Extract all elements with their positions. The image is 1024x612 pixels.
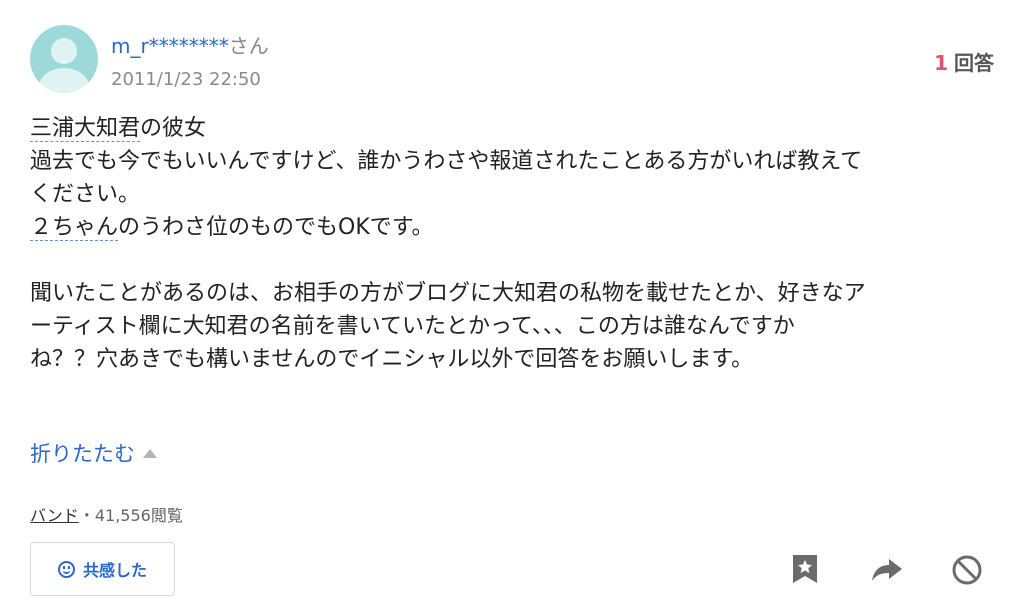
keyword-link[interactable]: ２ちゃん [30, 215, 119, 241]
empathy-label: 共感した [82, 561, 147, 580]
collapse-label[interactable]: 折りたたむ [30, 442, 135, 466]
answer-count[interactable]: 1 回答 [934, 47, 994, 76]
question-line: ね？？穴あきでも構いませんのでイニシャル以外で回答をお願いします。 [30, 347, 754, 372]
block-icon[interactable] [951, 554, 983, 586]
question-body: 三浦大知君の彼女 過去でも今でもいいんですけど、誰かうわさや報道されたことある方… [30, 112, 995, 376]
question-line: ーティスト欄に大知君の名前を書いていたとかって、、、この方は誰なんですか [30, 314, 795, 339]
avatar-body [39, 68, 89, 93]
avatar-head [51, 38, 77, 64]
meta-separator: ・ [78, 506, 95, 525]
collapse-toggle[interactable]: 折りたたむ [30, 438, 157, 468]
username[interactable]: m_r********さん [111, 30, 269, 59]
answer-count-label: 回答 [954, 51, 994, 75]
answer-count-number: 1 [934, 51, 948, 75]
question-line: ください。 [30, 182, 141, 207]
empathy-button[interactable]: 共感した [30, 542, 175, 596]
username-text[interactable]: m_r******** [111, 34, 229, 58]
avatar [30, 25, 98, 93]
username-suffix: さん [228, 34, 269, 58]
question-line: 聞いたことがあるのは、お相手の方がブログに大知君の私物を載せたとか、好きなア [30, 281, 866, 306]
question-line: 三浦大知君の彼女 [30, 116, 207, 142]
post-date: 2011/1/23 22:50 [111, 69, 261, 90]
category-link[interactable]: バンド [30, 506, 79, 525]
bookmark-star-icon[interactable] [790, 553, 820, 585]
triangle-up-icon [143, 449, 157, 458]
question-line: ２ちゃんのうわさ位のものでもOKです。 [30, 215, 434, 241]
share-arrow-icon[interactable] [870, 556, 904, 584]
view-count: 41,556閲覧 [94, 506, 183, 525]
keyword-link[interactable]: 三浦大知君 [30, 116, 141, 142]
question-meta: バンド・41,556閲覧 [30, 502, 183, 526]
smile-icon [57, 560, 75, 578]
question-line: 過去でも今でもいいんですけど、誰かうわさや報道されたことある方がいれば教えて [30, 149, 863, 174]
